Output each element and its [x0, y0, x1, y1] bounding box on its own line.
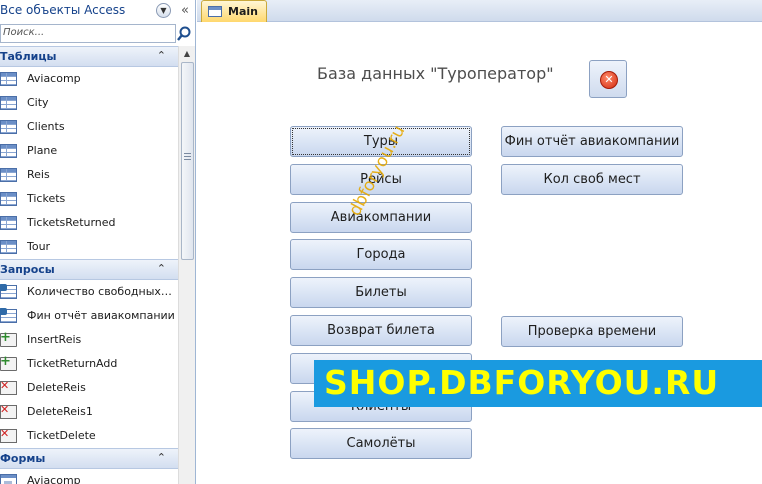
nav-item-label: TicketDelete — [27, 429, 96, 442]
nav-item[interactable]: InsertReis — [0, 328, 178, 352]
close-icon: ✕ — [600, 71, 618, 89]
nav-group-header[interactable]: Формы ⌃ — [0, 448, 178, 469]
nav-item[interactable]: City — [0, 91, 178, 115]
chevron-up-icon[interactable]: ⌃ — [157, 451, 166, 464]
form-button[interactable]: Города — [290, 239, 472, 270]
nav-item[interactable]: Reis — [0, 163, 178, 187]
search-input[interactable]: Поиск... — [0, 24, 176, 43]
scroll-up-icon[interactable]: ▲ — [179, 46, 195, 62]
watermark-banner-text: SHOP.DBFORYOU.RU — [324, 363, 720, 402]
watermark-banner: SHOP.DBFORYOU.RU — [314, 360, 762, 407]
nav-item-label: Количество свободных м... — [27, 285, 175, 298]
nav-title[interactable]: Все объекты Access — [0, 3, 125, 17]
scrollbar[interactable]: ▲ — [178, 46, 195, 484]
nav-item[interactable]: DeleteReis1 — [0, 400, 178, 424]
close-form-button[interactable]: ✕ — [589, 60, 627, 98]
nav-item[interactable]: TicketReturnAdd — [0, 352, 178, 376]
delete-query-icon — [0, 403, 17, 419]
form-button[interactable]: Фин отчёт авиакомпании — [501, 126, 683, 157]
nav-item-label: Aviacomp — [27, 474, 81, 484]
form-button[interactable]: Самолёты — [290, 428, 472, 459]
document-tab-strip: Main — [197, 0, 762, 22]
nav-item-label: DeleteReis1 — [27, 405, 93, 418]
nav-group-title: Формы — [0, 452, 46, 465]
select-query-icon — [0, 284, 17, 299]
form-icon — [208, 6, 222, 17]
navigation-pane: Все объекты Access ▼ « Поиск... Таблицы ⌃… — [0, 0, 196, 484]
nav-header[interactable]: Все объекты Access ▼ « — [0, 0, 195, 22]
nav-item-label: InsertReis — [27, 333, 82, 346]
nav-item[interactable]: TicketDelete — [0, 424, 178, 448]
form-button[interactable]: Авиакомпании — [290, 202, 472, 233]
table-icon — [0, 96, 17, 110]
nav-item-label: Фин отчёт авиакомпании — [27, 309, 175, 322]
nav-group-header[interactable]: Запросы ⌃ — [0, 259, 178, 280]
delete-query-icon — [0, 427, 17, 443]
form-button[interactable]: Кол своб мест — [501, 164, 683, 195]
table-icon — [0, 168, 17, 182]
tab-label: Main — [228, 5, 258, 18]
table-icon — [0, 144, 17, 158]
nav-item[interactable]: Plane — [0, 139, 178, 163]
collapse-pane-icon[interactable]: « — [177, 2, 193, 19]
nav-item[interactable]: Tickets — [0, 187, 178, 211]
nav-item-label: City — [27, 96, 49, 109]
chevron-down-icon[interactable]: ▼ — [156, 3, 171, 18]
table-icon — [0, 216, 17, 230]
nav-item[interactable]: TicketsReturned — [0, 211, 178, 235]
select-query-icon — [0, 308, 17, 323]
form-title: База данных "Туроператор" — [317, 64, 554, 83]
nav-item-label: DeleteReis — [27, 381, 86, 394]
nav-group-header[interactable]: Таблицы ⌃ — [0, 46, 178, 67]
nav-item-label: Tickets — [27, 192, 66, 205]
form-button[interactable]: Проверка времени — [501, 316, 683, 347]
form-button[interactable]: Билеты — [290, 277, 472, 308]
nav-group-title: Запросы — [0, 263, 55, 276]
tab-main[interactable]: Main — [201, 0, 267, 22]
nav-group-title: Таблицы — [0, 50, 57, 63]
append-query-icon — [0, 330, 17, 347]
nav-item-label: TicketsReturned — [27, 216, 116, 229]
nav-item-label: Aviacomp — [27, 72, 81, 85]
form-button[interactable]: Возврат билета — [290, 315, 472, 346]
table-icon — [0, 120, 17, 134]
table-icon — [0, 192, 17, 206]
nav-item[interactable]: Количество свободных м... — [0, 280, 178, 304]
chevron-up-icon[interactable]: ⌃ — [157, 49, 166, 62]
table-icon — [0, 240, 17, 254]
delete-query-icon — [0, 379, 17, 395]
search-icon[interactable] — [176, 24, 194, 43]
nav-item-label: Tour — [27, 240, 51, 253]
nav-item[interactable]: Фин отчёт авиакомпании — [0, 304, 178, 328]
nav-item-label: Reis — [27, 168, 50, 181]
append-query-icon — [0, 354, 17, 371]
object-list: Таблицы ⌃ Aviacomp City Clients Plane Reis Tick… — [0, 46, 178, 484]
nav-item-label: Plane — [27, 144, 58, 157]
main-form: База данных "Туроператор" ✕ Туры Рейсы Ави… — [198, 23, 762, 484]
nav-item[interactable]: Tour — [0, 235, 178, 259]
form-icon — [0, 474, 17, 484]
grip-icon — [184, 153, 191, 161]
nav-item-label: TicketReturnAdd — [27, 357, 118, 370]
table-icon — [0, 72, 17, 86]
nav-item[interactable]: Clients — [0, 115, 178, 139]
chevron-up-icon[interactable]: ⌃ — [157, 262, 166, 275]
nav-item-label: Clients — [27, 120, 65, 133]
nav-item[interactable]: DeleteReis — [0, 376, 178, 400]
nav-item[interactable]: Aviacomp — [0, 67, 178, 91]
scrollbar-thumb[interactable] — [181, 62, 194, 260]
nav-item[interactable]: Aviacomp — [0, 469, 178, 484]
